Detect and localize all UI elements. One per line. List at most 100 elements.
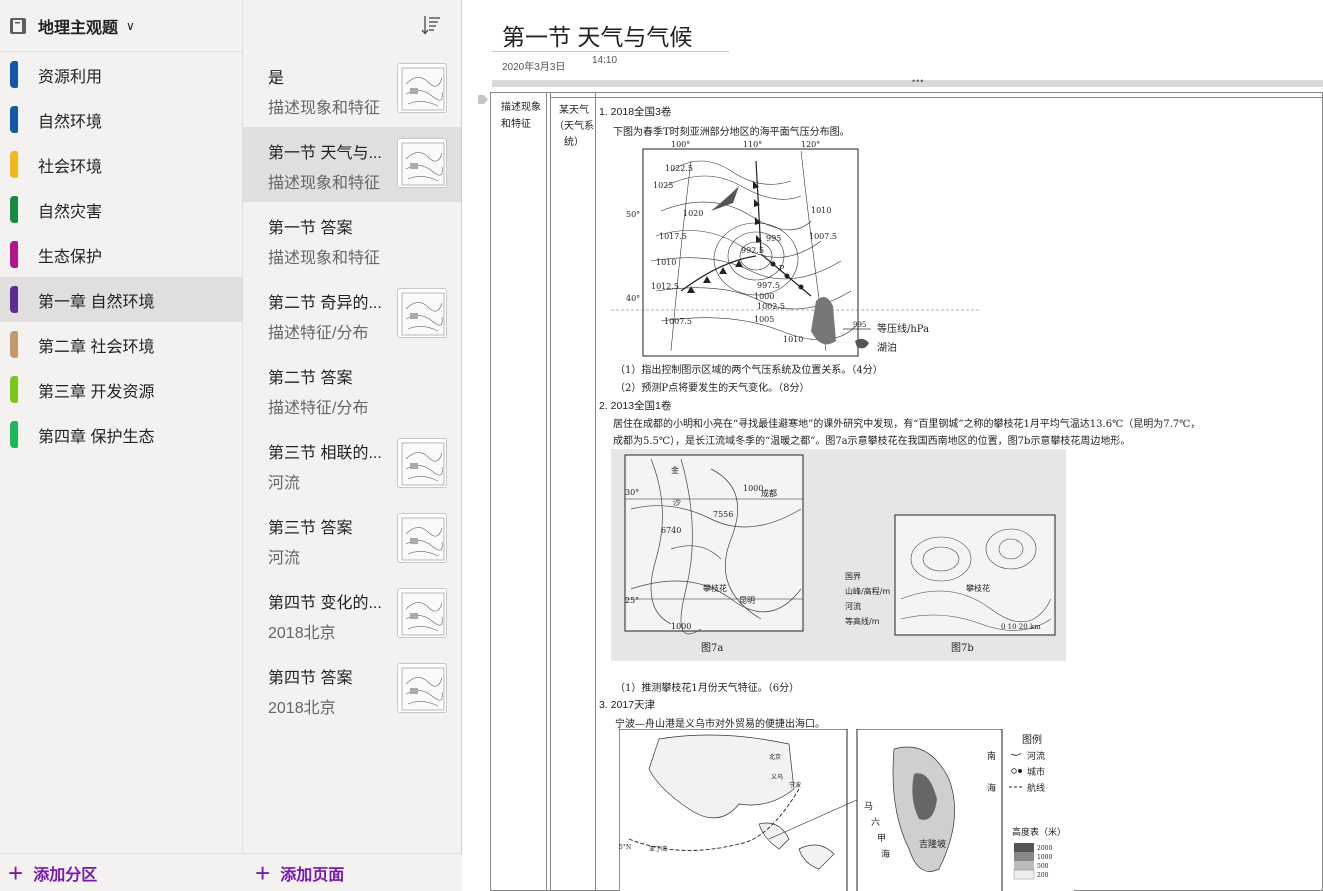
page-canvas[interactable]: 第一节 天气与气候 2020年3月3日 14:10 ••• 描述现象和特征 某天… [462, 0, 1323, 891]
svg-text:海: 海 [987, 782, 996, 794]
grip-dots-icon[interactable]: ••• [912, 76, 924, 86]
svg-text:1000: 1000 [1037, 854, 1052, 861]
legend-title: 图例 [1022, 733, 1042, 746]
title-divider [492, 51, 729, 52]
legend-route-label: 航线 [1027, 782, 1045, 794]
add-section-button[interactable]: + 添加分区 [0, 853, 243, 891]
section-color-tab [10, 196, 18, 223]
section-item[interactable]: 第四章 保护生态 [0, 412, 242, 457]
notebook-title: 地理主观题 [38, 19, 119, 37]
plus-icon: + [255, 857, 271, 888]
table-divider [550, 97, 1322, 98]
svg-text:5°N: 5°N [619, 844, 631, 851]
pages-pane: 是描述现象和特征 第一节 天气与... 描述现象和特征 第一节 答案 描述现象和特征 第二… [243, 0, 462, 891]
question-3-heading: 3. 2017天津 [599, 699, 656, 711]
page-thumbnail [397, 513, 447, 563]
legend-lake-label: 湖泊 [877, 342, 897, 354]
page-item-title: 第三节 答案 [268, 520, 353, 537]
svg-text:成都: 成都 [761, 488, 777, 498]
table-divider [546, 93, 547, 890]
question-2-heading: 2. 2013全国1卷 [599, 400, 672, 412]
table-cell-category[interactable]: 描述现象和特征 [501, 99, 543, 133]
question-1-part-1: （1）指出控制图示区域的两个气压系统及位置关系。（4分） [615, 365, 883, 376]
svg-text:1022.5: 1022.5 [665, 164, 693, 173]
section-label: 第二章 社会环境 [38, 338, 155, 356]
section-item[interactable]: 社会环境 [0, 142, 242, 187]
svg-text:40°: 40° [626, 294, 640, 303]
svg-text:六: 六 [871, 816, 880, 828]
page-thumbnail [397, 438, 447, 488]
outline-grip-bar[interactable] [492, 80, 1323, 87]
svg-text:995: 995 [766, 234, 781, 243]
section-color-tab [10, 286, 18, 313]
svg-text:995: 995 [853, 321, 866, 329]
section-item[interactable]: 资源利用 [0, 52, 242, 97]
ningbo-route-map-figure: 北京义乌 宁波亚丁湾 5°N 马六 甲海 南海 吉隆坡 图例 河流 城市 航线 … [619, 729, 1074, 891]
table-cell-topic[interactable]: 某天气（天气系统） [553, 103, 595, 151]
legend-isobar-label: 等压线/hPa [877, 322, 929, 335]
section-label: 第四章 保护生态 [38, 428, 155, 446]
page-item[interactable]: 第四节 答案 2018北京 [243, 652, 461, 727]
page-title[interactable]: 第一节 天气与气候 [502, 18, 692, 52]
page-item[interactable]: 是描述现象和特征 [243, 52, 461, 127]
section-label: 自然灾害 [38, 203, 103, 221]
svg-text:攀枝花: 攀枝花 [703, 583, 727, 593]
legend-city-label: 城市 [1027, 766, 1045, 778]
svg-text:马: 马 [864, 801, 873, 812]
svg-text:1010: 1010 [811, 206, 831, 215]
section-item[interactable]: 第二章 社会环境 [0, 322, 242, 367]
section-color-tab [10, 151, 18, 178]
table-divider [550, 93, 551, 890]
svg-text:昆明: 昆明 [739, 596, 755, 605]
svg-text:30°: 30° [625, 488, 639, 497]
page-item[interactable]: 第二节 答案 描述特征/分布 [243, 352, 461, 427]
notebook-icon [10, 17, 26, 34]
svg-text:100°: 100° [671, 141, 690, 149]
panzhihua-map-figure: 30°25° 金沙 成都7556 6740攀枝花 昆明1000 1000 国界 … [611, 449, 1066, 661]
sort-icon[interactable] [421, 14, 441, 36]
page-item[interactable]: 第一节 答案 描述现象和特征 [243, 202, 461, 277]
page-item-title: 是 [268, 70, 285, 87]
page-item-title: 第二节 答案 [268, 370, 353, 387]
section-label: 第三章 开发资源 [38, 383, 155, 401]
section-color-tab [10, 376, 18, 403]
page-item[interactable]: 第四节 变化的... 2018北京 [243, 577, 461, 652]
elevation-scale-title: 高度表（米） [1012, 826, 1066, 838]
question-2-text-line-2: 成都为5.5℃），是长江流域冬季的“温暖之都”。图7a示意攀枝花在我国西南地区的… [613, 436, 1131, 447]
table-divider [595, 93, 596, 890]
page-item[interactable]: 第一节 天气与... 描述现象和特征 [243, 127, 461, 202]
chevron-down-icon[interactable]: ∨ [126, 19, 135, 33]
section-item[interactable]: 生态保护 [0, 232, 242, 277]
page-date: 2020年3月3日 [502, 62, 566, 73]
svg-text:海: 海 [881, 848, 890, 860]
add-page-button[interactable]: + 添加页面 [243, 853, 462, 891]
note-table[interactable]: 描述现象和特征 某天气（天气系统） 1. 2018全国3卷 下图为春季T时刻亚洲… [490, 92, 1323, 891]
svg-text:吉隆坡: 吉隆坡 [919, 838, 946, 850]
page-item-title: 第三节 相联的... [268, 445, 382, 462]
section-label: 社会环境 [38, 158, 103, 176]
section-item[interactable]: 第三章 开发资源 [0, 367, 242, 412]
page-item[interactable]: 第三节 相联的... 河流 [243, 427, 461, 502]
add-section-label: 添加分区 [33, 866, 98, 884]
page-item[interactable]: 第三节 答案 河流 [243, 502, 461, 577]
question-1-part-2: （2）预测P点将要发生的天气变化。（8分） [615, 383, 810, 394]
outline-anchor-icon[interactable] [478, 95, 488, 104]
section-label: 资源利用 [38, 68, 103, 86]
section-item[interactable]: 自然灾害 [0, 187, 242, 232]
svg-text:1017.5: 1017.5 [659, 232, 687, 241]
svg-text:北京: 北京 [769, 753, 781, 761]
svg-text:200: 200 [1037, 872, 1049, 879]
page-list: 是描述现象和特征 第一节 天气与... 描述现象和特征 第一节 答案 描述现象和特征 第二… [243, 52, 461, 727]
page-item[interactable]: 第二节 奇异的... 描述特征/分布 [243, 277, 461, 352]
section-item[interactable]: 自然环境 [0, 97, 242, 142]
svg-text:河流: 河流 [845, 601, 861, 611]
svg-text:1020: 1020 [683, 209, 703, 218]
section-label: 生态保护 [38, 248, 103, 266]
page-item-title: 第四节 变化的... [268, 595, 382, 612]
page-item-title: 第一节 答案 [268, 220, 353, 237]
section-label: 第一章 自然环境 [38, 293, 155, 311]
section-label: 自然环境 [38, 113, 103, 131]
section-item[interactable]: 第一章 自然环境 [0, 277, 242, 322]
notebook-switcher[interactable]: 地理主观题 ∨ [0, 0, 242, 52]
add-page-label: 添加页面 [280, 866, 345, 884]
